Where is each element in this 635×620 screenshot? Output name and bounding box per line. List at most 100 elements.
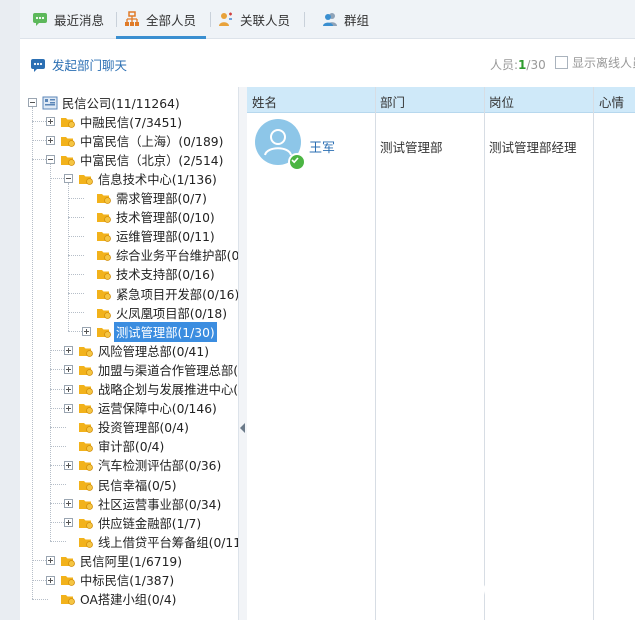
org-icon bbox=[60, 591, 76, 607]
tree-connector bbox=[50, 445, 66, 447]
tree-node-label: 中标民信(1/387) bbox=[80, 574, 175, 588]
tree-node-label: 风险管理总部(0/41) bbox=[98, 344, 209, 359]
column-header-position[interactable]: 岗位 bbox=[489, 92, 514, 111]
expand-icon[interactable] bbox=[46, 556, 55, 566]
org-icon bbox=[60, 152, 76, 168]
org-icon bbox=[60, 553, 76, 569]
column-header-mood[interactable]: 心情 bbox=[599, 92, 624, 111]
tree-node[interactable]: 民信幸福(0/5) bbox=[78, 475, 179, 494]
expand-icon[interactable] bbox=[64, 518, 73, 528]
tree-connector bbox=[68, 183, 69, 332]
people-total-count: /30 bbox=[526, 58, 546, 72]
expand-icon[interactable] bbox=[64, 346, 73, 356]
tree-node[interactable]: 中标民信(1/387) bbox=[60, 571, 176, 590]
collapse-icon[interactable] bbox=[64, 174, 73, 184]
tree-node-label: 综合业务平台维护部(0/ bbox=[116, 249, 238, 264]
tree-node-label: 线上借贷平台筹备组(0/11) bbox=[98, 535, 238, 550]
expand-icon[interactable] bbox=[64, 460, 73, 470]
tree-node[interactable]: 风险管理总部(0/41) bbox=[78, 341, 211, 360]
column-header-department[interactable]: 部门 bbox=[380, 92, 405, 111]
people-count: 人员:1/30 bbox=[490, 56, 546, 73]
tab-divider bbox=[210, 12, 211, 27]
expand-icon[interactable] bbox=[46, 136, 55, 146]
org-tree: 民信公司(11/11264) 中融民信(7/3451) 中富民信（上海）(0/189… bbox=[20, 87, 238, 620]
tree-connector bbox=[68, 216, 84, 218]
tree-node[interactable]: 供应链金融部(1/7) bbox=[78, 513, 203, 532]
column-header-name[interactable]: 姓名 bbox=[252, 92, 277, 111]
tree-node-label: 中融民信(7/3451) bbox=[80, 115, 183, 130]
org-icon bbox=[60, 572, 76, 588]
tab-linked-people[interactable]: 关联人员 bbox=[218, 0, 290, 38]
tree-node[interactable]: 社区运营事业部(0/34) bbox=[78, 494, 223, 513]
tree-node[interactable]: 民信阿里(1/6719) bbox=[60, 551, 184, 570]
tree-node-label: 加盟与渠道合作管理总部(0 bbox=[98, 363, 238, 378]
tree-node[interactable]: 中融民信(7/3451) bbox=[60, 112, 184, 131]
tree-connector bbox=[50, 426, 66, 428]
tree-node-label: 中富民信（上海）(0/189) bbox=[80, 134, 224, 149]
start-department-chat-label: 发起部门聊天 bbox=[52, 58, 128, 73]
collapse-arrow-icon[interactable] bbox=[240, 423, 245, 433]
expand-icon[interactable] bbox=[82, 327, 91, 337]
org-chart-icon bbox=[124, 11, 140, 27]
tree-node[interactable]: 线上借贷平台筹备组(0/11) bbox=[78, 532, 238, 551]
tree-node[interactable]: 汽车检测评估部(0/36) bbox=[78, 456, 223, 475]
tree-connector bbox=[50, 541, 66, 543]
tab-all-people[interactable]: 全部人员 bbox=[115, 0, 207, 39]
tree-node-label: 审计部(0/4) bbox=[98, 440, 165, 455]
tree-node[interactable]: 投资管理部(0/4) bbox=[78, 418, 191, 437]
tree-node-label: 战略企划与发展推进中心(0 bbox=[98, 383, 238, 397]
tree-node[interactable]: 战略企划与发展推进中心(0 bbox=[78, 380, 238, 399]
start-department-chat-button[interactable]: 发起部门聊天 bbox=[30, 55, 127, 74]
org-icon bbox=[78, 171, 94, 187]
tree-node[interactable]: 综合业务平台维护部(0/ bbox=[96, 246, 238, 265]
tab-label: 关联人员 bbox=[240, 12, 291, 28]
linked-users-icon bbox=[218, 11, 234, 27]
tree-node[interactable]: 中富民信（北京）(2/514) bbox=[60, 150, 225, 169]
org-icon bbox=[78, 496, 94, 512]
watermark: www.wooyun.org bbox=[430, 578, 634, 604]
org-icon bbox=[96, 209, 112, 225]
tab-label: 群组 bbox=[344, 12, 370, 28]
tab-label: 全部人员 bbox=[146, 12, 197, 28]
tree-node[interactable]: 审计部(0/4) bbox=[78, 437, 166, 456]
expand-icon[interactable] bbox=[64, 365, 73, 375]
tree-node[interactable]: OA搭建小组(0/4) bbox=[60, 590, 178, 609]
collapse-icon[interactable] bbox=[28, 98, 37, 107]
tree-node[interactable]: 火凤凰项目部(0/18) bbox=[96, 303, 229, 322]
org-icon bbox=[78, 515, 94, 531]
org-icon bbox=[96, 190, 112, 206]
tree-node-label: 运维管理部(0/11) bbox=[116, 230, 215, 245]
group-icon bbox=[322, 11, 338, 27]
tree-node[interactable]: 技术支持部(0/16) bbox=[96, 265, 217, 284]
show-offline-toggle[interactable]: 显示离线人员 bbox=[555, 54, 635, 71]
tree-node-label: 供应链金融部(1/7) bbox=[98, 516, 202, 531]
tree-node[interactable]: 加盟与渠道合作管理总部(0 bbox=[78, 360, 238, 379]
org-icon bbox=[78, 419, 94, 435]
company-icon bbox=[42, 95, 58, 111]
tree-node-label: OA搭建小组(0/4) bbox=[80, 593, 177, 608]
expand-icon[interactable] bbox=[46, 575, 55, 585]
show-offline-checkbox[interactable] bbox=[555, 56, 568, 69]
tree-node[interactable]: 中富民信（上海）(0/189) bbox=[60, 131, 225, 150]
collapse-icon[interactable] bbox=[46, 155, 55, 165]
expand-icon[interactable] bbox=[46, 117, 55, 127]
tab-recent-messages[interactable]: 最近消息 bbox=[32, 0, 104, 38]
expand-icon[interactable] bbox=[64, 403, 73, 413]
grid-header: 姓名 部门 岗位 心情 bbox=[247, 87, 635, 113]
org-icon bbox=[78, 457, 94, 473]
tab-divider bbox=[304, 12, 305, 27]
member-name-link[interactable]: 王军 bbox=[309, 137, 335, 156]
tree-node[interactable]: 紧急项目开发部(0/16) bbox=[96, 284, 238, 303]
tree-node[interactable]: 信息技术中心(1/136) bbox=[78, 169, 219, 188]
column-divider bbox=[593, 87, 594, 620]
tree-node[interactable]: 运维管理部(0/11) bbox=[96, 227, 217, 246]
tree-node[interactable]: 技术管理部(0/10) bbox=[96, 208, 217, 227]
tree-node-label: 民信公司(11/11264) bbox=[62, 96, 180, 111]
tab-groups[interactable]: 群组 bbox=[322, 0, 369, 38]
expand-icon[interactable] bbox=[64, 384, 73, 394]
expand-icon[interactable] bbox=[64, 499, 73, 509]
tree-node[interactable]: 需求管理部(0/7) bbox=[96, 189, 209, 208]
tree-node[interactable]: 测试管理部(1/30) bbox=[96, 321, 217, 342]
tree-node[interactable]: 民信公司(11/11264) bbox=[42, 93, 182, 112]
tree-node[interactable]: 运营保障中心(0/146) bbox=[78, 399, 219, 418]
